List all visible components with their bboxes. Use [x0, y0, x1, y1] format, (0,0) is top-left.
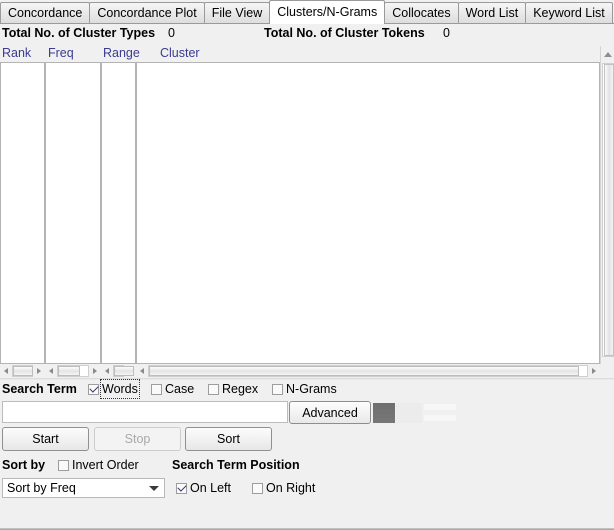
chevron-right-icon	[592, 368, 596, 374]
checkbox-case-box[interactable]	[151, 384, 162, 395]
results-table: Rank Freq Range Cluster	[0, 46, 614, 364]
hscroll-track-cluster[interactable]	[148, 365, 588, 377]
column-header-freq[interactable]: Freq	[48, 46, 74, 62]
tab-concordance-plot[interactable]: Concordance Plot	[89, 2, 204, 24]
stop-button: Stop	[94, 427, 181, 451]
checkbox-case[interactable]: Case	[151, 381, 194, 397]
tab-file-view[interactable]: File View	[204, 2, 270, 24]
vertical-scroll-thumb[interactable]	[604, 64, 614, 356]
checkbox-invert-order-label: Invert Order	[72, 457, 139, 473]
checkbox-on-right-box[interactable]	[252, 483, 263, 494]
hscrollbar-range[interactable]	[101, 364, 136, 378]
cluster-tokens-label: Total No. of Cluster Tokens	[264, 26, 425, 40]
checkbox-regex-label: Regex	[222, 381, 258, 397]
chevron-up-icon	[604, 52, 612, 57]
chevron-left-icon	[49, 368, 53, 374]
tab-keyword-list[interactable]: Keyword List	[525, 2, 613, 24]
checkbox-on-left-box[interactable]	[176, 483, 187, 494]
column-panel-cluster[interactable]	[136, 62, 600, 364]
chevron-right-icon	[37, 368, 41, 374]
chevron-down-icon	[149, 486, 159, 491]
checkbox-regex-box[interactable]	[208, 384, 219, 395]
tab-clusters-ngrams[interactable]: Clusters/N-Grams	[269, 0, 385, 24]
scroll-right-button-cluster[interactable]	[588, 365, 600, 377]
checkbox-regex[interactable]: Regex	[208, 381, 258, 397]
scroll-left-button-range[interactable]	[101, 365, 113, 377]
hscroll-thumb-cluster[interactable]	[149, 366, 579, 376]
cluster-types-value: 0	[168, 26, 175, 40]
column-header-rank[interactable]: Rank	[2, 46, 31, 62]
scroll-up-button[interactable]	[601, 46, 614, 62]
toolbar-filler-1	[396, 403, 422, 423]
start-button[interactable]: Start	[2, 427, 89, 451]
chevron-left-icon	[140, 368, 144, 374]
checkbox-words-label: Words	[102, 381, 138, 397]
hscrollbar-freq[interactable]	[45, 364, 101, 378]
toolbar-filler-3	[424, 415, 456, 421]
tab-collocates[interactable]: Collocates	[384, 2, 458, 24]
sort-by-label: Sort by	[2, 457, 45, 473]
panel-divider	[0, 378, 614, 380]
scroll-left-button-freq[interactable]	[45, 365, 57, 377]
checkbox-invert-order-box[interactable]	[58, 460, 69, 471]
totals-bar: Total No. of Cluster Types 0 Total No. o…	[0, 26, 614, 45]
sort-select-row: Sort by Freq On Left On Right	[0, 478, 614, 500]
toolbar-filler-2	[424, 404, 456, 410]
sort-options-row: Sort by Invert Order Search Term Positio…	[0, 457, 614, 475]
search-term-label: Search Term	[2, 381, 77, 397]
checkbox-ngrams[interactable]: N-Grams	[272, 381, 337, 397]
checkbox-words-box[interactable]	[88, 384, 99, 395]
sort-by-select-value: Sort by Freq	[7, 479, 76, 497]
advanced-button[interactable]: Advanced	[289, 401, 371, 424]
progress-indicator-block	[373, 403, 395, 423]
search-term-row: Search Term Words Case Regex N-Grams	[0, 381, 614, 398]
hscroll-track-rank[interactable]	[12, 365, 33, 377]
column-header-cluster[interactable]: Cluster	[160, 46, 200, 62]
column-panel-rank[interactable]	[0, 62, 45, 364]
checkbox-invert-order[interactable]: Invert Order	[58, 457, 139, 473]
sort-button[interactable]: Sort	[185, 427, 272, 451]
scroll-right-button-rank[interactable]	[33, 365, 45, 377]
search-input-row: Advanced	[0, 400, 614, 424]
tab-word-list[interactable]: Word List	[458, 2, 527, 24]
checkbox-case-label: Case	[165, 381, 194, 397]
scroll-right-button-freq[interactable]	[89, 365, 101, 377]
checkbox-on-left[interactable]: On Left	[176, 480, 231, 496]
tabbar: Concordance Concordance Plot File View C…	[0, 0, 614, 24]
search-input[interactable]	[2, 401, 288, 423]
hscroll-track-freq[interactable]	[57, 365, 89, 377]
hscrollbar-rank[interactable]	[0, 364, 45, 378]
column-scrollbars	[0, 364, 614, 378]
hscroll-track-range[interactable]	[113, 365, 124, 377]
column-panel-freq[interactable]	[45, 62, 101, 364]
chevron-left-icon	[4, 368, 8, 374]
hscroll-thumb-freq[interactable]	[58, 366, 80, 376]
hscroll-thumb-rank[interactable]	[13, 366, 33, 376]
chevron-left-icon	[105, 368, 109, 374]
chevron-right-icon	[93, 368, 97, 374]
sort-by-select[interactable]: Sort by Freq	[2, 478, 165, 498]
checkbox-ngrams-box[interactable]	[272, 384, 283, 395]
column-panel-range[interactable]	[101, 62, 136, 364]
checkbox-on-right-label: On Right	[266, 480, 315, 496]
cluster-types-label: Total No. of Cluster Types	[2, 26, 155, 40]
tab-concordance[interactable]: Concordance	[0, 2, 90, 24]
cluster-tokens-value: 0	[443, 26, 450, 40]
vertical-scroll-track[interactable]	[602, 63, 614, 357]
hscroll-thumb-range[interactable]	[114, 366, 134, 376]
checkbox-ngrams-label: N-Grams	[286, 381, 337, 397]
search-term-position-label: Search Term Position	[172, 457, 300, 473]
hscrollbar-cluster[interactable]	[136, 364, 600, 378]
checkbox-words[interactable]: Words	[88, 381, 138, 397]
action-button-row: Start Stop Sort	[0, 427, 614, 453]
column-header-range[interactable]: Range	[103, 46, 140, 62]
scroll-left-button-rank[interactable]	[0, 365, 12, 377]
results-vertical-scrollbar[interactable]	[600, 46, 614, 364]
scroll-left-button-cluster[interactable]	[136, 365, 148, 377]
checkbox-on-left-label: On Left	[190, 480, 231, 496]
checkbox-on-right[interactable]: On Right	[252, 480, 315, 496]
